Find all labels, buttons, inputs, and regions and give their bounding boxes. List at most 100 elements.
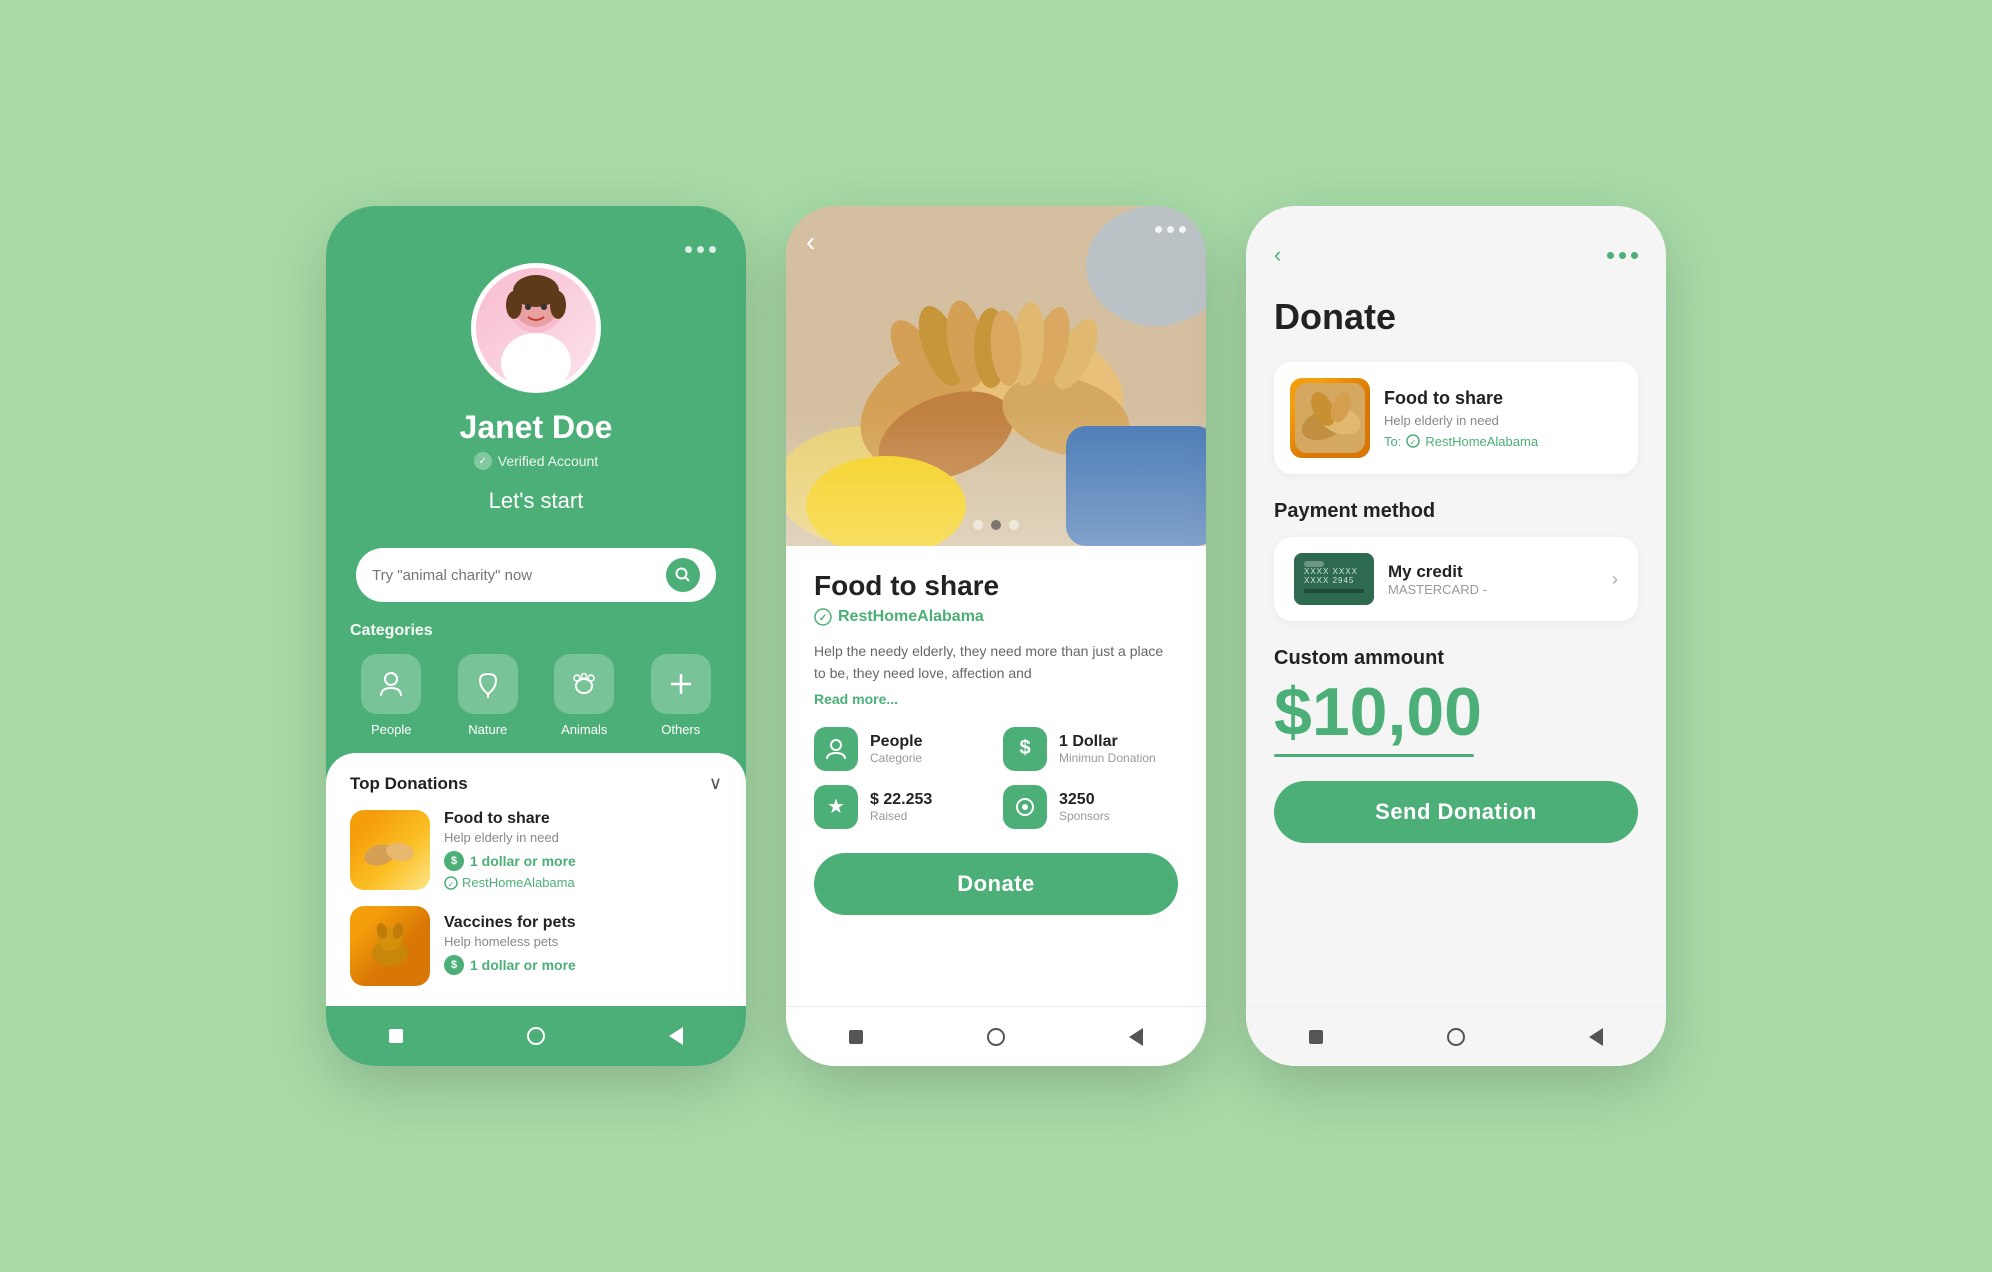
chevron-right-icon[interactable]: › — [1612, 569, 1618, 590]
category-animals-label: Animals — [561, 722, 607, 737]
nav-home-icon — [389, 1029, 403, 1043]
read-more-link[interactable]: Read more... — [814, 691, 1178, 707]
donation-card-2[interactable]: Vaccines for pets Help homeless pets $ 1… — [350, 906, 722, 986]
p2-to-name: RestHomeAlabama — [838, 608, 984, 626]
dollar-icon-2: $ — [444, 955, 464, 975]
to-icon-1: ✓ — [444, 876, 458, 890]
amount-text-2: 1 dollar or more — [470, 957, 576, 973]
category-nature-icon — [458, 654, 518, 714]
p3-donation-subtitle: Help elderly in need — [1384, 413, 1622, 428]
donation-subtitle-2: Help homeless pets — [444, 934, 722, 949]
dog-small-icon — [360, 921, 420, 971]
category-people[interactable]: People — [350, 654, 433, 737]
dot-1 — [685, 246, 692, 253]
phone-3: ‹ Donate — [1246, 206, 1666, 1066]
p3-donation-img — [1290, 378, 1370, 458]
people-icon — [377, 670, 405, 698]
p3-nav-circle-icon — [1447, 1028, 1465, 1046]
donation-to-1: ✓ RestHomeAlabama — [444, 875, 722, 890]
p2-nav-back-btn[interactable] — [1125, 1026, 1147, 1048]
p3-nav-back-icon — [1589, 1028, 1603, 1046]
category-nature[interactable]: Nature — [447, 654, 530, 737]
p3-nav-home-icon — [1309, 1030, 1323, 1044]
dollar-icon-1: $ — [444, 851, 464, 871]
plus-icon — [667, 670, 695, 698]
category-others[interactable]: Others — [640, 654, 723, 737]
search-input[interactable] — [372, 567, 656, 584]
stat-category-text: People Categorie — [870, 733, 922, 765]
stat-sponsors-text: 3250 Sponsors — [1059, 791, 1110, 823]
category-people-label: People — [371, 722, 411, 737]
donation-info-1: Food to share Help elderly in need $ 1 d… — [444, 810, 722, 890]
p3-nav-home-btn[interactable] — [1305, 1026, 1327, 1048]
top-donations-header: Top Donations ∨ — [350, 773, 722, 794]
avatar — [471, 263, 601, 393]
send-donation-button[interactable]: Send Donation — [1274, 781, 1638, 843]
p2-nav-circle-btn[interactable] — [985, 1026, 1007, 1048]
donate-button[interactable]: Donate — [814, 853, 1178, 915]
dot-3 — [709, 246, 716, 253]
donation-img-2 — [350, 906, 430, 986]
p2-content: Food to share ✓ RestHomeAlabama Help the… — [786, 546, 1206, 985]
stat-people-icon — [814, 727, 858, 771]
amount-display[interactable]: $10,00 — [1274, 678, 1638, 746]
categories-grid: People Nature — [350, 654, 722, 737]
stat-category: People Categorie — [814, 727, 989, 771]
donation-amount-1: $ 1 dollar or more — [444, 851, 722, 871]
svg-text:✓: ✓ — [1410, 438, 1417, 447]
nav-circle-btn[interactable] — [525, 1025, 547, 1047]
category-others-label: Others — [661, 722, 700, 737]
nature-icon — [474, 670, 502, 698]
p3-donation-card: Food to share Help elderly in need To: ✓… — [1274, 362, 1638, 474]
p2-nav-home-btn[interactable] — [845, 1026, 867, 1048]
p3-dots-menu[interactable] — [1607, 252, 1638, 259]
lets-start-text: Let's start — [489, 488, 584, 514]
stat-min-donation: $ 1 Dollar Minimun Donation — [1003, 727, 1178, 771]
dots-menu-1[interactable] — [685, 246, 716, 253]
p3-back-btn[interactable]: ‹ — [1274, 242, 1281, 268]
search-bar — [326, 548, 746, 622]
p3-dot-3 — [1631, 252, 1638, 259]
donation-title-1: Food to share — [444, 810, 722, 828]
verified-to-icon: ✓ — [814, 608, 832, 626]
stat-category-value: People — [870, 733, 922, 751]
donation-title-2: Vaccines for pets — [444, 914, 722, 932]
donation-amount-2: $ 1 dollar or more — [444, 955, 722, 975]
p2-back-btn[interactable]: ‹ — [806, 226, 815, 258]
stat-sponsors: 3250 Sponsors — [1003, 785, 1178, 829]
slide-dot-2[interactable] — [991, 520, 1001, 530]
donation-card-1[interactable]: Food to share Help elderly in need $ 1 d… — [350, 810, 722, 890]
p3-header-row: ‹ — [1274, 242, 1638, 268]
amount-underline — [1274, 754, 1474, 757]
p3-nav-back-btn[interactable] — [1585, 1026, 1607, 1048]
stat-raised-text: $ 22.253 Raised — [870, 791, 932, 823]
verified-badge: ✓ Verified Account — [474, 452, 598, 470]
payment-info: My credit MASTERCARD - — [1388, 562, 1598, 597]
p3-page-title: Donate — [1274, 296, 1638, 338]
p3-nav-bar — [1246, 1006, 1666, 1066]
search-icon-btn[interactable] — [666, 558, 700, 592]
nav-circle-icon — [527, 1027, 545, 1045]
category-others-icon — [651, 654, 711, 714]
nav-home-btn[interactable] — [385, 1025, 407, 1047]
search-icon — [675, 567, 691, 583]
category-people-icon — [361, 654, 421, 714]
category-animals[interactable]: Animals — [543, 654, 626, 737]
search-input-wrap[interactable] — [356, 548, 716, 602]
slide-dot-3[interactable] — [1009, 520, 1019, 530]
donation-info-2: Vaccines for pets Help homeless pets $ 1… — [444, 914, 722, 979]
chevron-down-icon[interactable]: ∨ — [709, 773, 722, 794]
dots-menu-2 — [1155, 226, 1186, 233]
p3-hands-icon — [1295, 383, 1365, 453]
p3-nav-circle-btn[interactable] — [1445, 1026, 1467, 1048]
slide-dot-1[interactable] — [973, 520, 983, 530]
p2-nav-back-icon — [1129, 1028, 1143, 1046]
nav-back-btn[interactable] — [665, 1025, 687, 1047]
categories-section: Categories People — [326, 622, 746, 753]
p2-campaign-title: Food to share — [814, 570, 1178, 602]
payment-name: My credit — [1388, 562, 1598, 582]
stat-raised: ★ $ 22.253 Raised — [814, 785, 989, 829]
stat-dollar-icon: $ — [1003, 727, 1047, 771]
payment-method-card[interactable]: XXXX XXXX XXXX 2945 My credit MASTERCARD… — [1274, 537, 1638, 621]
p2-dots-menu[interactable] — [1155, 226, 1186, 233]
